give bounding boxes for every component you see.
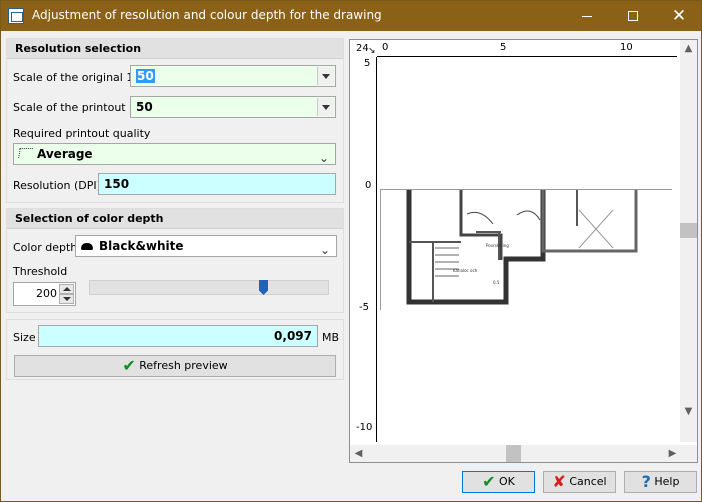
size-field[interactable]: 0,097 [38, 325, 318, 347]
refresh-preview-button[interactable]: ✔ Refresh preview [14, 355, 336, 377]
printout-scale-combobox[interactable]: 50 [130, 96, 336, 118]
minimize-icon [582, 16, 592, 17]
quality-label: Required printout quality [13, 127, 151, 140]
floor-plan-preview: Povrskaling Kanaloc och 0.5 [380, 189, 673, 311]
scroll-down-icon[interactable]: ▼ [680, 403, 697, 420]
top-tick-0: 0 [382, 42, 389, 53]
window-title: Adjustment of resolution and colour dept… [32, 8, 382, 22]
size-label: Size [13, 331, 36, 344]
title-bar: Adjustment of resolution and colour dept… [1, 1, 701, 31]
resolution-section: Resolution selection Scale of the origin… [6, 38, 344, 203]
close-button[interactable]: ✕ [656, 1, 702, 31]
resolution-section-title: Resolution selection [7, 39, 343, 59]
corner-arrow-icon: ↘ [368, 46, 376, 56]
spin-down-icon[interactable] [59, 294, 74, 304]
corner-label: 24 [356, 43, 369, 54]
check-icon: ✔ [122, 356, 136, 375]
threshold-spinner[interactable]: 200 [13, 282, 76, 306]
color-depth-label: Color depth [13, 241, 78, 254]
dpi-field[interactable]: 150 [98, 173, 336, 195]
ok-button[interactable]: ✔ OK [462, 471, 535, 493]
horizontal-scrollbar[interactable]: ◀ ▶ [350, 445, 681, 462]
refresh-preview-label: Refresh preview [139, 359, 228, 372]
horizontal-scroll-thumb[interactable] [506, 445, 521, 462]
original-scale-combobox[interactable]: 50 [130, 65, 336, 87]
color-depth-dropdown[interactable]: Black&white ⌄ [75, 235, 337, 257]
maximize-button[interactable] [610, 1, 656, 31]
svg-text:Povrskaling: Povrskaling [486, 243, 509, 248]
quality-value: Average [37, 147, 93, 161]
size-value: 0,097 [274, 329, 312, 343]
chevron-down-icon[interactable] [317, 67, 334, 85]
preview-area[interactable]: 24 ↘ 0 5 10 5 0 -5 -10 Povrskaling Kanal… [349, 39, 698, 463]
ruler-corner: 24 ↘ [350, 40, 377, 57]
top-ruler: 0 5 10 [377, 40, 677, 57]
resize-grip-icon[interactable] [680, 445, 697, 462]
scroll-left-icon[interactable]: ◀ [350, 445, 367, 462]
quality-dropdown[interactable]: Average ⌄ [13, 143, 336, 165]
check-icon: ✔ [482, 472, 496, 491]
size-unit: MB [322, 331, 340, 344]
left-ruler: 5 0 -5 -10 [350, 57, 377, 442]
drawing-icon [8, 8, 24, 24]
left-tick-minus-5: -5 [359, 302, 369, 313]
close-icon: ✕ [671, 6, 687, 26]
dpi-label: Resolution (DPI) [13, 179, 101, 192]
threshold-label: Threshold [13, 265, 68, 278]
help-button[interactable]: ? Help [624, 471, 697, 493]
original-scale-label: Scale of the original 1: [13, 71, 138, 84]
size-section: Size 0,097 MB ✔ Refresh preview [6, 319, 344, 380]
svg-text:Kanaloc och: Kanaloc och [453, 268, 478, 273]
question-icon: ? [641, 472, 651, 491]
color-depth-section-title: Selection of color depth [7, 209, 343, 229]
resolution-dialog: Adjustment of resolution and colour dept… [0, 0, 702, 502]
scroll-up-icon[interactable]: ▲ [680, 40, 697, 57]
chevron-down-icon[interactable]: ⌄ [319, 148, 329, 168]
help-label: Help [654, 475, 680, 488]
x-icon: ✘ [552, 472, 566, 491]
minimize-button[interactable] [564, 1, 610, 31]
left-tick-0: 0 [365, 180, 372, 191]
maximize-icon [628, 11, 638, 21]
cancel-button[interactable]: ✘ Cancel [543, 471, 616, 493]
threshold-value: 200 [36, 287, 57, 300]
threshold-slider-thumb[interactable] [259, 280, 268, 295]
eye-icon [81, 243, 93, 250]
vertical-scrollbar[interactable]: ▲ ▼ [680, 40, 697, 442]
threshold-slider[interactable] [89, 280, 329, 295]
color-depth-section: Selection of color depth Color depth Bla… [6, 208, 344, 313]
vertical-scroll-thumb[interactable] [680, 223, 697, 238]
printout-scale-value: 50 [136, 100, 153, 114]
svg-text:0.5: 0.5 [493, 280, 500, 285]
chevron-down-icon[interactable]: ⌄ [320, 240, 330, 260]
printout-scale-label: Scale of the printout 1: [13, 101, 140, 114]
spin-up-icon[interactable] [59, 284, 74, 294]
chevron-down-icon[interactable] [317, 98, 334, 116]
original-scale-value: 50 [136, 69, 155, 83]
cancel-label: Cancel [569, 475, 607, 488]
top-tick-5: 5 [500, 42, 507, 53]
ok-label: OK [499, 475, 515, 488]
dpi-value: 150 [104, 177, 130, 191]
scroll-right-icon[interactable]: ▶ [664, 445, 681, 462]
quality-icon [18, 148, 33, 158]
color-depth-value: Black&white [99, 239, 184, 253]
left-tick-5: 5 [364, 58, 371, 69]
top-tick-10: 10 [620, 42, 633, 53]
left-tick-minus-10: -10 [356, 422, 373, 433]
